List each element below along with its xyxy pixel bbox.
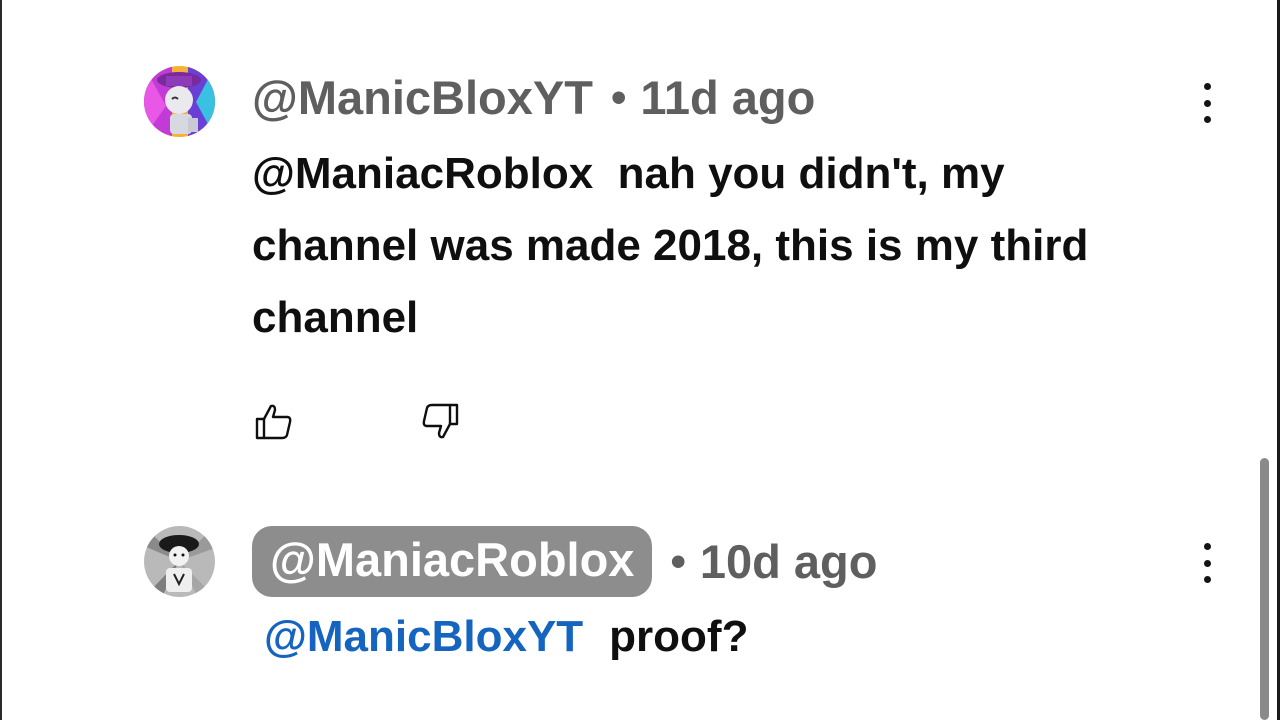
thumbs-down-icon xyxy=(422,403,459,439)
scrollbar-thumb[interactable] xyxy=(1260,458,1269,720)
comment-text: @ManiacRoblox nah you didn't, my channel… xyxy=(252,149,1089,342)
comment-text: @ManicBloxYT proof? xyxy=(264,612,748,662)
comment-header: @ManiacRoblox • 10d ago xyxy=(252,526,877,597)
comments-panel: @ManicBloxYT • 11d ago @ManiacRoblox nah… xyxy=(0,0,1280,720)
thumbs-up-icon xyxy=(255,404,292,440)
timestamp[interactable]: 10d ago xyxy=(700,534,878,589)
more-vertical-icon[interactable] xyxy=(1196,543,1218,583)
dislike-button[interactable] xyxy=(420,402,460,442)
avatar[interactable] xyxy=(144,526,215,597)
comment-item: @ManicBloxYT • 11d ago @ManiacRoblox nah… xyxy=(0,66,1250,466)
mention-link[interactable]: @ManicBloxYT xyxy=(264,612,583,661)
more-vertical-icon[interactable] xyxy=(1196,83,1218,123)
like-button[interactable] xyxy=(254,402,294,442)
comment-header: @ManicBloxYT • 11d ago xyxy=(252,70,815,125)
author-handle[interactable]: @ManicBloxYT xyxy=(252,70,593,125)
avatar[interactable] xyxy=(144,66,215,137)
separator-dot: • xyxy=(610,72,627,122)
avatar-purple-robot-icon xyxy=(144,66,215,137)
reply-text: proof? xyxy=(609,612,749,661)
timestamp[interactable]: 11d ago xyxy=(640,70,815,125)
separator-dot: • xyxy=(670,536,686,586)
comment-item: @ManiacRoblox • 10d ago @ManicBloxYT proo… xyxy=(0,526,1250,716)
author-badge[interactable]: @ManiacRoblox xyxy=(252,526,653,597)
avatar-dark-figure-icon xyxy=(144,526,215,597)
